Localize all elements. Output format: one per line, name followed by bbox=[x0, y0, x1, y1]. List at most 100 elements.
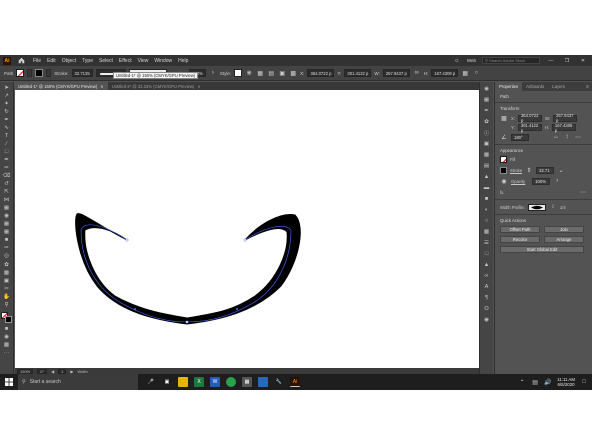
scale-tool-icon[interactable]: ⇱ bbox=[2, 190, 11, 197]
chevron-down-icon[interactable]: ⌄ bbox=[557, 166, 565, 174]
recolor-button[interactable]: Recolor bbox=[500, 236, 540, 243]
more-options-icon[interactable]: ⋯ bbox=[574, 133, 582, 141]
artboard[interactable] bbox=[15, 90, 492, 368]
volume-icon[interactable]: 🔊 bbox=[544, 378, 552, 386]
width-profile-selector[interactable] bbox=[527, 203, 546, 211]
taskbar-clock[interactable]: 11:11 AM 6/5/2020 bbox=[557, 377, 575, 388]
mesh-tool-icon[interactable]: ▦ bbox=[2, 230, 11, 237]
fill-swatch[interactable] bbox=[500, 156, 507, 163]
direct-selection-tool-icon[interactable]: ↗ bbox=[2, 93, 11, 100]
align-icon[interactable]: ▦ bbox=[256, 69, 264, 77]
transform-panel-icon[interactable]: ▩ bbox=[483, 151, 491, 159]
more-options-icon[interactable]: ⋯ bbox=[579, 188, 587, 196]
lasso-tool-icon[interactable]: ↻ bbox=[2, 109, 11, 116]
anchor-point[interactable] bbox=[125, 238, 129, 242]
recolor-icon[interactable]: ❋ bbox=[245, 69, 253, 77]
libraries-panel-icon[interactable]: ▣ bbox=[483, 140, 491, 148]
align-panel-icon[interactable]: ▤ bbox=[483, 162, 491, 170]
tab-artboards[interactable]: Artboards bbox=[522, 82, 548, 91]
chevron-right-icon[interactable]: › bbox=[209, 69, 217, 77]
symbols-panel-icon[interactable]: ✿ bbox=[483, 118, 491, 126]
transparency-panel-icon[interactable]: ◐ bbox=[483, 206, 491, 214]
align-to-icon[interactable]: ▣ bbox=[278, 69, 286, 77]
tray-chevron-icon[interactable]: ⌃ bbox=[518, 378, 526, 386]
screen-mode-icon[interactable]: ▩ bbox=[2, 343, 11, 350]
free-transform-tool-icon[interactable]: ▦ bbox=[2, 206, 11, 213]
isolate-icon[interactable]: ○ bbox=[472, 69, 480, 77]
zoom-tool-icon[interactable]: ⚲ bbox=[2, 302, 11, 309]
y-field[interactable]: 301.4122 p bbox=[517, 123, 542, 133]
perspective-grid-tool-icon[interactable]: ▦ bbox=[2, 222, 11, 229]
settings-tools-icon[interactable]: 🔧 bbox=[274, 377, 284, 387]
mustache-artwork[interactable] bbox=[15, 90, 487, 368]
tab-layers[interactable]: Layers bbox=[548, 82, 569, 91]
graph-tool-icon[interactable]: ▩ bbox=[2, 270, 11, 277]
flip-horizontal-icon[interactable]: ↔ bbox=[552, 133, 560, 141]
w-field[interactable]: 257.9437 p bbox=[553, 113, 578, 123]
chevron-right-icon[interactable]: › bbox=[553, 177, 561, 185]
paintbrush-tool-icon[interactable]: ✒ bbox=[2, 157, 11, 164]
constrain-link-icon[interactable]: ∞ bbox=[413, 69, 421, 77]
color-panel-icon[interactable]: ◉ bbox=[483, 85, 491, 93]
windows-start-icon[interactable] bbox=[0, 374, 18, 390]
store-icon[interactable] bbox=[258, 377, 268, 387]
task-view-icon[interactable]: ▣ bbox=[162, 377, 172, 387]
shape-builder-tool-icon[interactable]: ◉ bbox=[2, 214, 11, 221]
y-field[interactable]: 301.4122 p bbox=[344, 69, 372, 77]
network-icon[interactable]: ▤ bbox=[531, 378, 539, 386]
x-field[interactable]: 364.0722 p bbox=[517, 113, 542, 123]
symbol-sprayer-tool-icon[interactable]: ✿ bbox=[2, 262, 11, 269]
tab-untitled-2[interactable]: Untitled-2* @ 33.33% (CMYK/GPU Preview) … bbox=[108, 82, 205, 90]
angle-field[interactable]: 180° bbox=[511, 133, 529, 141]
artboard-tool-icon[interactable]: ▣ bbox=[2, 278, 11, 285]
brushes-panel-icon[interactable]: ✒ bbox=[483, 107, 491, 115]
reference-point-icon[interactable]: ▩ bbox=[289, 69, 297, 77]
menu-edit[interactable]: Edit bbox=[47, 58, 56, 64]
close-button[interactable]: ✕ bbox=[578, 58, 588, 64]
gradient-tool-icon[interactable]: ■ bbox=[2, 238, 11, 245]
taskbar-search-box[interactable]: ⚲ Start a search bbox=[18, 374, 138, 390]
menu-select[interactable]: Select bbox=[99, 58, 113, 64]
transform-icon[interactable]: ▦ bbox=[461, 69, 469, 77]
graphic-styles-panel-icon[interactable]: ▩ bbox=[483, 228, 491, 236]
stroke-black-swatch[interactable] bbox=[5, 316, 12, 324]
h-field[interactable]: 167.4309 p bbox=[431, 69, 459, 77]
chrome-icon[interactable] bbox=[226, 377, 236, 387]
stroke-swatch[interactable] bbox=[500, 166, 507, 174]
links-panel-icon[interactable]: ∞ bbox=[483, 272, 491, 280]
magic-wand-tool-icon[interactable]: ✦ bbox=[2, 101, 11, 108]
arrange-button[interactable]: Arrange bbox=[544, 236, 584, 243]
word-icon[interactable]: W bbox=[210, 377, 220, 387]
eraser-tool-icon[interactable]: ⌫ bbox=[2, 173, 11, 181]
offset-path-button[interactable]: Offset Path bbox=[500, 226, 540, 233]
stroke-panel-icon[interactable]: ▬ bbox=[483, 184, 491, 192]
flip-vertical-icon[interactable]: ↕ bbox=[563, 133, 571, 141]
menu-effect[interactable]: Effect bbox=[119, 58, 132, 64]
swatches-panel-icon[interactable]: ▦ bbox=[483, 96, 491, 104]
gradient-panel-icon[interactable]: ■ bbox=[483, 195, 491, 203]
stepper-icon[interactable]: ⇕ bbox=[525, 166, 533, 174]
maximize-button[interactable]: ❐ bbox=[562, 58, 572, 64]
w-field[interactable]: 257.9437 p bbox=[382, 69, 410, 77]
shaper-tool-icon[interactable]: ✑ bbox=[2, 165, 11, 172]
fill-dropdown[interactable] bbox=[27, 69, 33, 77]
anchor-point[interactable] bbox=[236, 308, 238, 310]
opacity-label[interactable]: Opacity bbox=[511, 179, 525, 184]
stroke-weight-field[interactable]: 32.71 bbox=[536, 166, 555, 174]
menu-type[interactable]: Type bbox=[82, 58, 93, 64]
h-field[interactable]: 167.4309 p bbox=[551, 123, 576, 133]
calculator-icon[interactable]: ▦ bbox=[242, 377, 252, 387]
fx-button[interactable]: fx. bbox=[500, 190, 504, 195]
lightbulb-icon[interactable]: ☼ bbox=[453, 57, 461, 65]
hand-tool-icon[interactable]: ✋ bbox=[2, 294, 11, 301]
notifications-icon[interactable]: □ bbox=[580, 378, 588, 386]
anchor-point[interactable] bbox=[134, 308, 136, 310]
stroke-weight-field[interactable]: 32.7135 bbox=[71, 69, 93, 77]
blend-tool-icon[interactable]: ◎ bbox=[2, 254, 11, 261]
paragraph-panel-icon[interactable]: ¶ bbox=[483, 294, 491, 302]
menu-view[interactable]: View bbox=[138, 58, 149, 64]
menu-window[interactable]: Window bbox=[154, 58, 172, 64]
stroke-label[interactable]: Stroke bbox=[510, 168, 522, 173]
pen-tool-icon[interactable]: ✒ bbox=[2, 117, 11, 124]
curvature-tool-icon[interactable]: ∿ bbox=[2, 125, 11, 132]
